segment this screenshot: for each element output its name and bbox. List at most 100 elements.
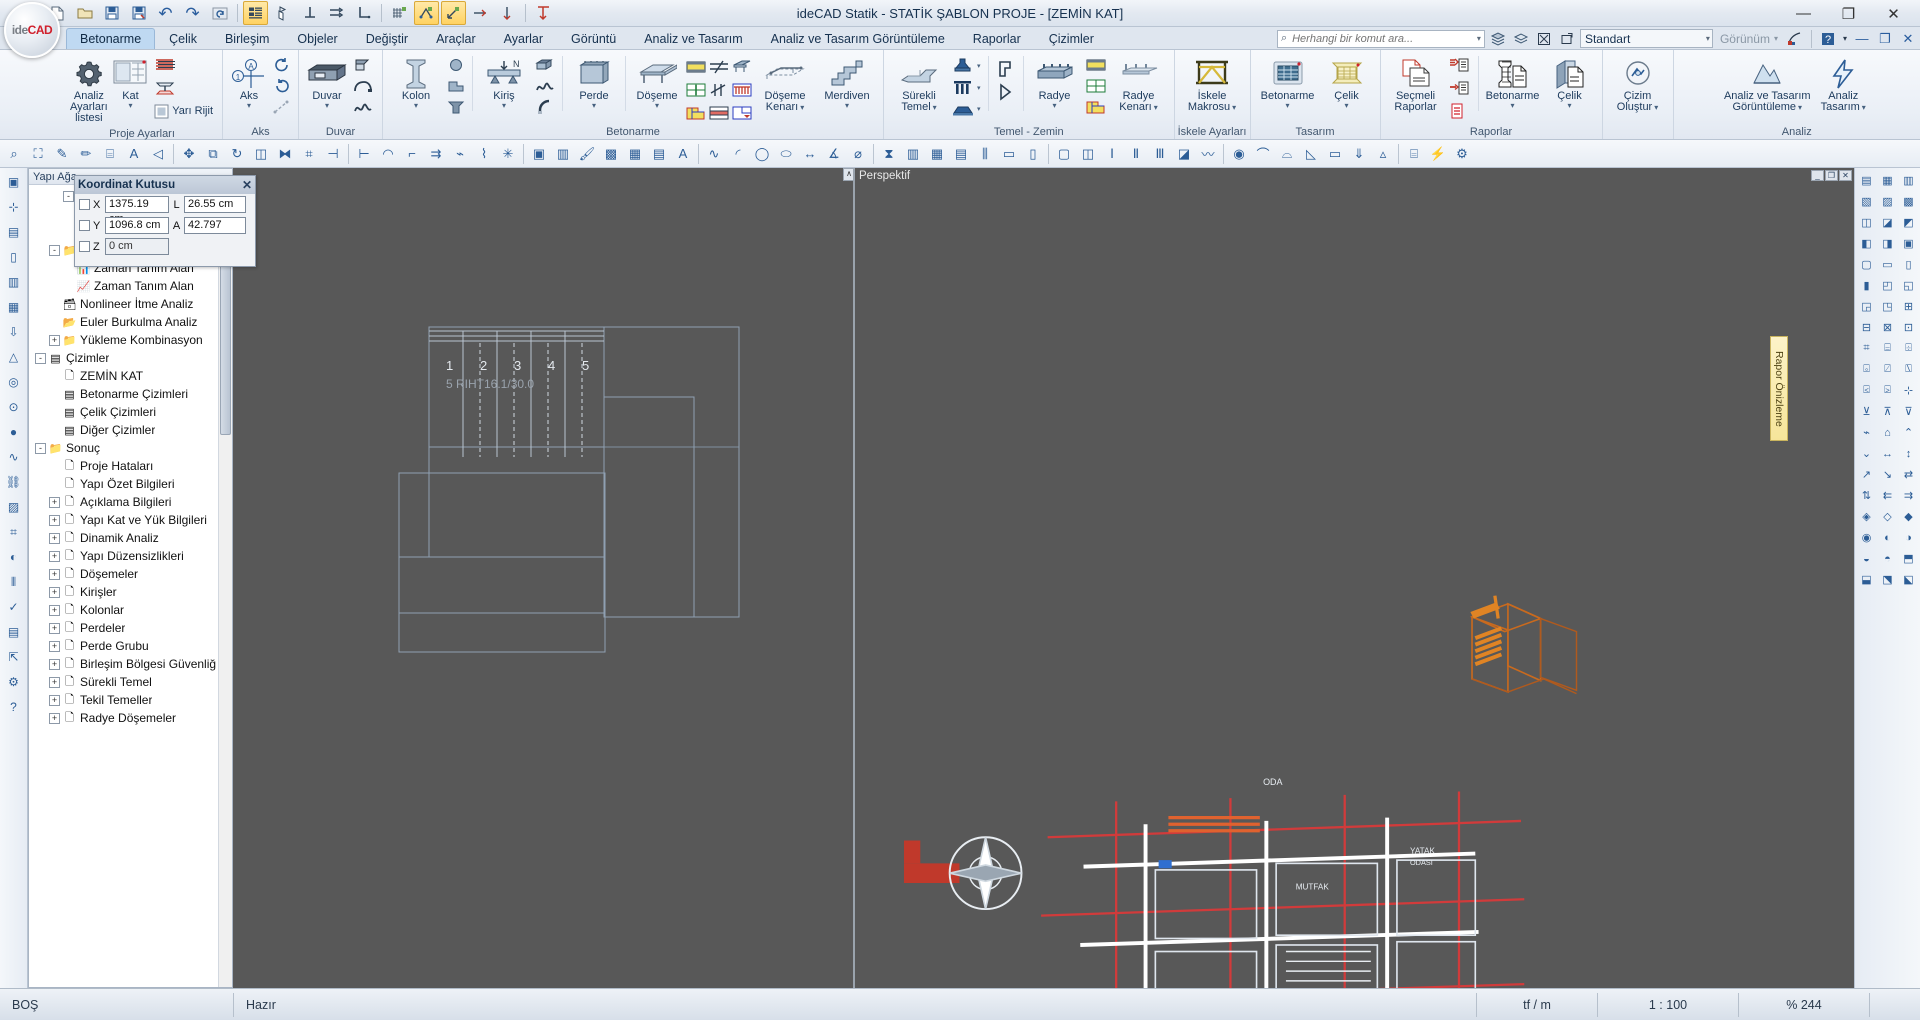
beam-tool-icon[interactable]: ▤ (2, 220, 26, 244)
tree-expand-icon[interactable]: + (49, 658, 60, 670)
explode-icon[interactable]: ✳ (496, 142, 520, 166)
polygon-icon[interactable]: ◁ (146, 142, 170, 166)
spring-tool-icon[interactable]: ∿ (2, 445, 26, 469)
right-tool-icon-26[interactable]: ⌹ (1898, 338, 1919, 359)
tree-item-sonuc[interactable]: - 📁 Sonuç (29, 439, 232, 457)
grid-icon[interactable]: ▦ (623, 142, 647, 166)
tree-expand-icon[interactable]: + (49, 532, 60, 544)
spline-icon[interactable]: ∿ (702, 142, 726, 166)
hinge-tool-icon[interactable]: ◎ (2, 370, 26, 394)
tree-item-tekil-temeller[interactable]: + 🗋 Tekil Temeller (29, 691, 232, 709)
text-icon[interactable]: A (671, 142, 695, 166)
tree-expand-icon[interactable]: + (49, 712, 60, 724)
offset-icon[interactable]: ⇉ (424, 142, 448, 166)
tab-goruntu[interactable]: Görüntü (557, 28, 630, 49)
right-tool-icon-51[interactable]: ◉ (1856, 527, 1877, 548)
select-tool-icon[interactable]: ▣ (2, 170, 26, 194)
report-tool-icon[interactable]: ▤ (2, 620, 26, 644)
right-tool-icon-41[interactable]: ↕ (1898, 443, 1919, 464)
plot-icon[interactable]: ◪ (1172, 142, 1196, 166)
kat-kopyala-button[interactable] (151, 78, 216, 100)
circle-icon[interactable]: ◯ (750, 142, 774, 166)
right-tool-icon-1[interactable]: ▦ (1877, 170, 1898, 191)
tree-expand-icon[interactable]: + (49, 568, 60, 580)
chevron-down-icon[interactable]: ▾ (502, 102, 506, 110)
pencil-icon[interactable]: ✏ (74, 142, 98, 166)
cizim-olustur-button[interactable]: Çizim Oluştur ▾ (1609, 54, 1667, 116)
right-tool-icon-56[interactable]: ⬒ (1898, 548, 1919, 569)
layout-icon[interactable]: ▢ (1052, 142, 1076, 166)
perspective-minimize-button[interactable]: _ (1811, 170, 1824, 181)
tab-birlesim[interactable]: Birleşim (211, 28, 283, 49)
close-button[interactable]: ✕ (1871, 2, 1916, 25)
tree-item-proje-hatalari[interactable]: 🗋 Proje Hataları (29, 457, 232, 475)
aks-dondur-button[interactable] (270, 55, 294, 75)
load-icon[interactable]: ⇓ (1347, 142, 1371, 166)
aks-cevir-button[interactable] (270, 76, 294, 96)
mesh-icon[interactable]: ⌸ (1402, 142, 1426, 166)
load-tool-icon[interactable]: ⇩ (2, 320, 26, 344)
right-tool-icon-22[interactable]: ⊠ (1877, 317, 1898, 338)
right-tool-icon-14[interactable]: ▯ (1898, 254, 1919, 275)
link-tool-icon[interactable]: ⛓ (2, 470, 26, 494)
extend-icon[interactable]: ⊢ (352, 142, 376, 166)
view-combo[interactable]: Görünüm ▾ (1716, 32, 1782, 46)
chevron-down-icon[interactable]: ▾ (1568, 102, 1572, 110)
restore-button[interactable]: ❐ (1826, 2, 1871, 25)
tasarim-celik-button[interactable]: Çelik ▾ (1320, 54, 1374, 113)
secmeli-raporlar-button[interactable]: Seçmeli Raporlar (1387, 54, 1445, 116)
tree-expand-icon[interactable]: + (49, 334, 60, 346)
chevron-down-icon[interactable]: ▾ (128, 102, 132, 110)
slab-tool-icon[interactable]: ▦ (2, 295, 26, 319)
chevron-down-icon[interactable]: ▾ (1654, 103, 1658, 112)
kolon-l-button[interactable] (444, 76, 468, 96)
frame-icon[interactable]: ▭ (1323, 142, 1347, 166)
right-tool-icon-19[interactable]: ◳ (1877, 296, 1898, 317)
tree-expand-icon[interactable]: + (49, 694, 60, 706)
right-tool-icon-16[interactable]: ◰ (1877, 275, 1898, 296)
dim-linear-icon[interactable]: ↔ (798, 142, 822, 166)
right-tool-icon-59[interactable]: ⬕ (1898, 569, 1919, 590)
radye-button[interactable]: Radye ▾ (1028, 54, 1082, 113)
tree-collapse-icon[interactable]: - (63, 190, 74, 202)
right-tool-icon-25[interactable]: ⌸ (1877, 338, 1898, 359)
steel3-icon[interactable]: Ⅲ (1148, 142, 1172, 166)
tree-item-dosemeler[interactable]: + 🗋 Döşemeler (29, 565, 232, 583)
steel2-icon[interactable]: Ⅱ (1124, 142, 1148, 166)
doseme-kose-icon[interactable] (731, 102, 753, 124)
point-snap-icon[interactable] (441, 1, 466, 25)
radye-kenari-button[interactable]: Radye Kenarı ▾ (1110, 54, 1168, 116)
kiris-3d-button[interactable] (532, 55, 558, 75)
right-tool-icon-10[interactable]: ◨ (1877, 233, 1898, 254)
minimize-button[interactable]: — (1781, 2, 1826, 25)
doseme-bolme-icon[interactable] (685, 79, 707, 101)
y-checkbox[interactable] (79, 220, 90, 231)
section-icon[interactable]: ⧗ (877, 142, 901, 166)
kazik-temel-button[interactable]: ▾ (949, 77, 984, 98)
right-tool-icon-37[interactable]: ⌂ (1877, 422, 1898, 443)
close-icon[interactable]: ✕ (242, 178, 252, 192)
right-tool-icon-38[interactable]: ⌃ (1898, 422, 1919, 443)
kiris-egri-button[interactable] (532, 76, 558, 96)
doseme-button[interactable]: Döşeme ▾ (630, 54, 684, 113)
chevron-down-icon[interactable]: ▾ (1345, 102, 1349, 110)
zoom-all-icon[interactable]: ⛶ (26, 142, 50, 166)
right-tool-icon-8[interactable]: ◩ (1898, 212, 1919, 233)
right-tool-icon-52[interactable]: ◐ (1877, 527, 1898, 548)
arc-icon[interactable]: ◜ (726, 142, 750, 166)
tab-degistir[interactable]: Değiştir (352, 28, 422, 49)
tree-item-diger-cizimler[interactable]: ▤ Diğer Çizimler (29, 421, 232, 439)
chevron-down-icon[interactable]: ▾ (845, 102, 849, 110)
report-icon[interactable]: ▤ (949, 142, 973, 166)
save-icon[interactable] (99, 1, 124, 25)
tree-scrollbar[interactable] (218, 185, 232, 987)
chamfer-icon[interactable]: ⌐ (400, 142, 424, 166)
tunnel-icon[interactable]: ⌓ (1275, 142, 1299, 166)
duvar-button[interactable]: Duvar ▾ (305, 54, 349, 113)
open-folder-icon[interactable] (72, 1, 97, 25)
iskele-makrosu-button[interactable]: İskele Makrosu ▾ (1181, 54, 1243, 116)
tree-item-euler-burkulma-analizi[interactable]: 📂 Euler Burkulma Analiz (29, 313, 232, 331)
fillet-icon[interactable]: ◠ (376, 142, 400, 166)
ungroup-icon[interactable]: ▥ (551, 142, 575, 166)
analiz-tasarim-button[interactable]: Analiz Tasarım ▾ (1814, 54, 1872, 116)
